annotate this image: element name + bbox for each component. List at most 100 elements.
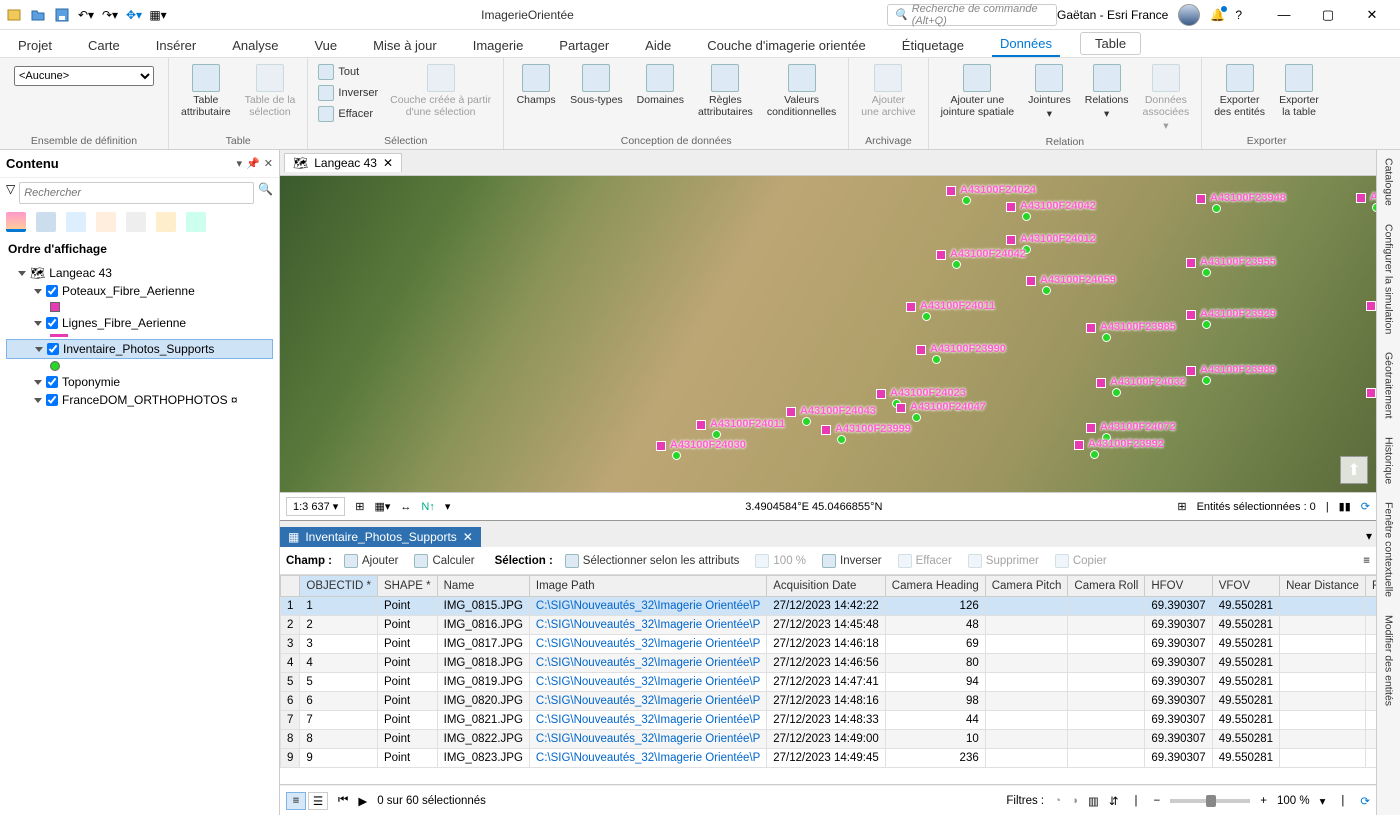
map-photo-point[interactable] [712, 430, 721, 439]
layer-visibility-checkbox[interactable] [46, 394, 58, 406]
qat-more-icon[interactable]: ▦▾ [148, 5, 168, 25]
toc-layer[interactable]: Poteaux_Fibre_Aerienne [6, 282, 273, 300]
map-point[interactable] [786, 407, 796, 417]
refresh-map-icon[interactable]: ⟳ [1361, 500, 1370, 513]
zoom-level[interactable]: 100 % [1277, 795, 1310, 807]
switch-selection-button[interactable]: Inverser [316, 83, 380, 103]
toc-symbol[interactable] [6, 332, 273, 339]
attr-rules-button[interactable]: Règlesattributaires [694, 62, 757, 120]
joins-button[interactable]: Jointures▾ [1024, 62, 1075, 122]
map-point[interactable] [946, 186, 956, 196]
map-photo-point[interactable] [962, 196, 971, 205]
rail-tab[interactable]: Configurer la simulation [1381, 222, 1397, 336]
col-header[interactable]: Camera Pitch [985, 576, 1068, 597]
table-row[interactable]: 99PointIMG_0823.JPGC:\SIG\Nouveautés_32\… [281, 749, 1377, 768]
map-point[interactable] [1026, 276, 1036, 286]
ribbon-tab-projet[interactable]: Projet [10, 34, 60, 57]
select-by-attr-button[interactable]: Sélectionner selon les attributs [561, 552, 744, 570]
definition-set-select[interactable]: <Aucune> [14, 66, 154, 86]
map-photo-point[interactable] [837, 435, 846, 444]
attribute-table-button[interactable]: Tableattributaire [177, 62, 235, 120]
map-view[interactable]: ⬆ A43100F24024A43100F24042A43100F23948A4… [280, 176, 1376, 492]
user-avatar[interactable] [1178, 4, 1200, 26]
map-point[interactable] [1186, 258, 1196, 268]
layer-visibility-checkbox[interactable] [46, 376, 58, 388]
zoom-in-icon[interactable]: + [1260, 795, 1267, 807]
ribbon-tab-ins-rer[interactable]: Insérer [148, 34, 204, 57]
layer-visibility-checkbox[interactable] [46, 317, 58, 329]
coordinates-display[interactable]: 3.4904584°E 45.0466855°N [460, 501, 1167, 513]
pane-dropdown-icon[interactable]: ▾ [237, 157, 243, 170]
map-photo-point[interactable] [1090, 450, 1099, 459]
toc-symbol[interactable] [6, 359, 273, 373]
map-photo-point[interactable] [1212, 204, 1221, 213]
map-point[interactable] [936, 250, 946, 260]
ribbon-tab-aide[interactable]: Aide [637, 34, 679, 57]
zoom-to-button[interactable]: 100 % [751, 552, 810, 570]
map-point[interactable] [876, 389, 886, 399]
map-point[interactable] [916, 345, 926, 355]
contingent-values-button[interactable]: Valeursconditionnelles [763, 62, 840, 120]
pause-draw-icon[interactable]: ▮▮ [1339, 500, 1351, 513]
map-point[interactable] [1356, 193, 1366, 203]
map-point[interactable] [1074, 440, 1084, 450]
table-pane-menu[interactable]: ▾ [1362, 525, 1376, 547]
ribbon-tab-vue[interactable]: Vue [306, 34, 345, 57]
list-by-source-icon[interactable] [36, 212, 56, 232]
rail-tab[interactable]: Fenêtre contextuelle [1381, 500, 1397, 599]
first-record-icon[interactable]: ⏮ [338, 794, 348, 807]
toc-layer[interactable]: Toponymie [6, 373, 273, 391]
table-row[interactable]: 22PointIMG_0816.JPGC:\SIG\Nouveautés_32\… [281, 616, 1377, 635]
help-icon[interactable]: ? [1235, 8, 1242, 22]
close-table-tab[interactable]: ✕ [463, 530, 473, 544]
ribbon-tab-carte[interactable]: Carte [80, 34, 128, 57]
col-header[interactable]: VFOV [1212, 576, 1279, 597]
status-tool-4[interactable]: N↑ [421, 501, 434, 513]
map-point[interactable] [821, 425, 831, 435]
map-photo-point[interactable] [1022, 212, 1031, 221]
zoom-slider[interactable] [1170, 799, 1250, 803]
clear-selection-button[interactable]: Effacer [316, 104, 380, 124]
rail-tab[interactable]: Catalogue [1381, 156, 1397, 208]
map-point[interactable] [656, 441, 666, 451]
domains-button[interactable]: Domaines [633, 62, 688, 108]
add-archive-button[interactable]: Ajouterune archive [857, 62, 919, 120]
table-menu-icon[interactable]: ≡ [1363, 555, 1370, 567]
next-record-icon[interactable]: ▶ [358, 794, 367, 808]
toc-layer[interactable]: Lignes_Fibre_Aerienne [6, 314, 273, 332]
rail-tab[interactable]: Géotraitement [1381, 350, 1397, 421]
window-minimize[interactable]: — [1264, 2, 1304, 28]
col-header[interactable]: Acquisition Date [767, 576, 886, 597]
table-row[interactable]: 33PointIMG_0817.JPGC:\SIG\Nouveautés_32\… [281, 635, 1377, 654]
show-all-view[interactable]: ≡ [286, 792, 306, 810]
map-photo-point[interactable] [1202, 320, 1211, 329]
filter-3-icon[interactable]: ▥ [1088, 794, 1099, 808]
filter-1-icon[interactable]: ◔ [1054, 795, 1061, 807]
north-arrow-icon[interactable]: ⬆ [1340, 456, 1368, 484]
rail-tab[interactable]: Historique [1381, 435, 1397, 486]
toc-layer[interactable]: FranceDOM_ORTHOPHOTOS ¤ [6, 391, 273, 409]
status-tool-5[interactable]: ▾ [445, 500, 451, 513]
clear-sel-button[interactable]: Effacer [894, 552, 956, 570]
toc-symbol[interactable] [6, 300, 273, 314]
list-by-perceive-icon[interactable] [186, 212, 206, 232]
col-header[interactable]: HFOV [1145, 576, 1212, 597]
map-point[interactable] [1086, 323, 1096, 333]
map-point[interactable] [1186, 310, 1196, 320]
delete-button[interactable]: Supprimer [964, 552, 1043, 570]
ribbon-tab--tiquetage[interactable]: Étiquetage [894, 34, 972, 57]
map-photo-point[interactable] [1042, 286, 1051, 295]
map-photo-point[interactable] [1102, 333, 1111, 342]
table-row[interactable]: 66PointIMG_0820.JPGC:\SIG\Nouveautés_32\… [281, 692, 1377, 711]
pane-close-icon[interactable]: ✕ [264, 157, 273, 170]
qat-save-icon[interactable] [52, 5, 72, 25]
close-map-tab[interactable]: ✕ [383, 156, 393, 170]
toc-map[interactable]: 🗺Langeac 43 [6, 264, 273, 282]
map-point[interactable] [1086, 423, 1096, 433]
scale-selector[interactable]: 1:3 637 ▾ [286, 497, 345, 516]
ribbon-tab-mise-jour[interactable]: Mise à jour [365, 34, 445, 57]
table-row[interactable]: 55PointIMG_0819.JPGC:\SIG\Nouveautés_32\… [281, 673, 1377, 692]
user-name[interactable]: Gaëtan - Esri France [1057, 8, 1168, 22]
status-tool-3[interactable]: ↔ [400, 501, 411, 513]
col-header[interactable]: Camera Heading [885, 576, 985, 597]
